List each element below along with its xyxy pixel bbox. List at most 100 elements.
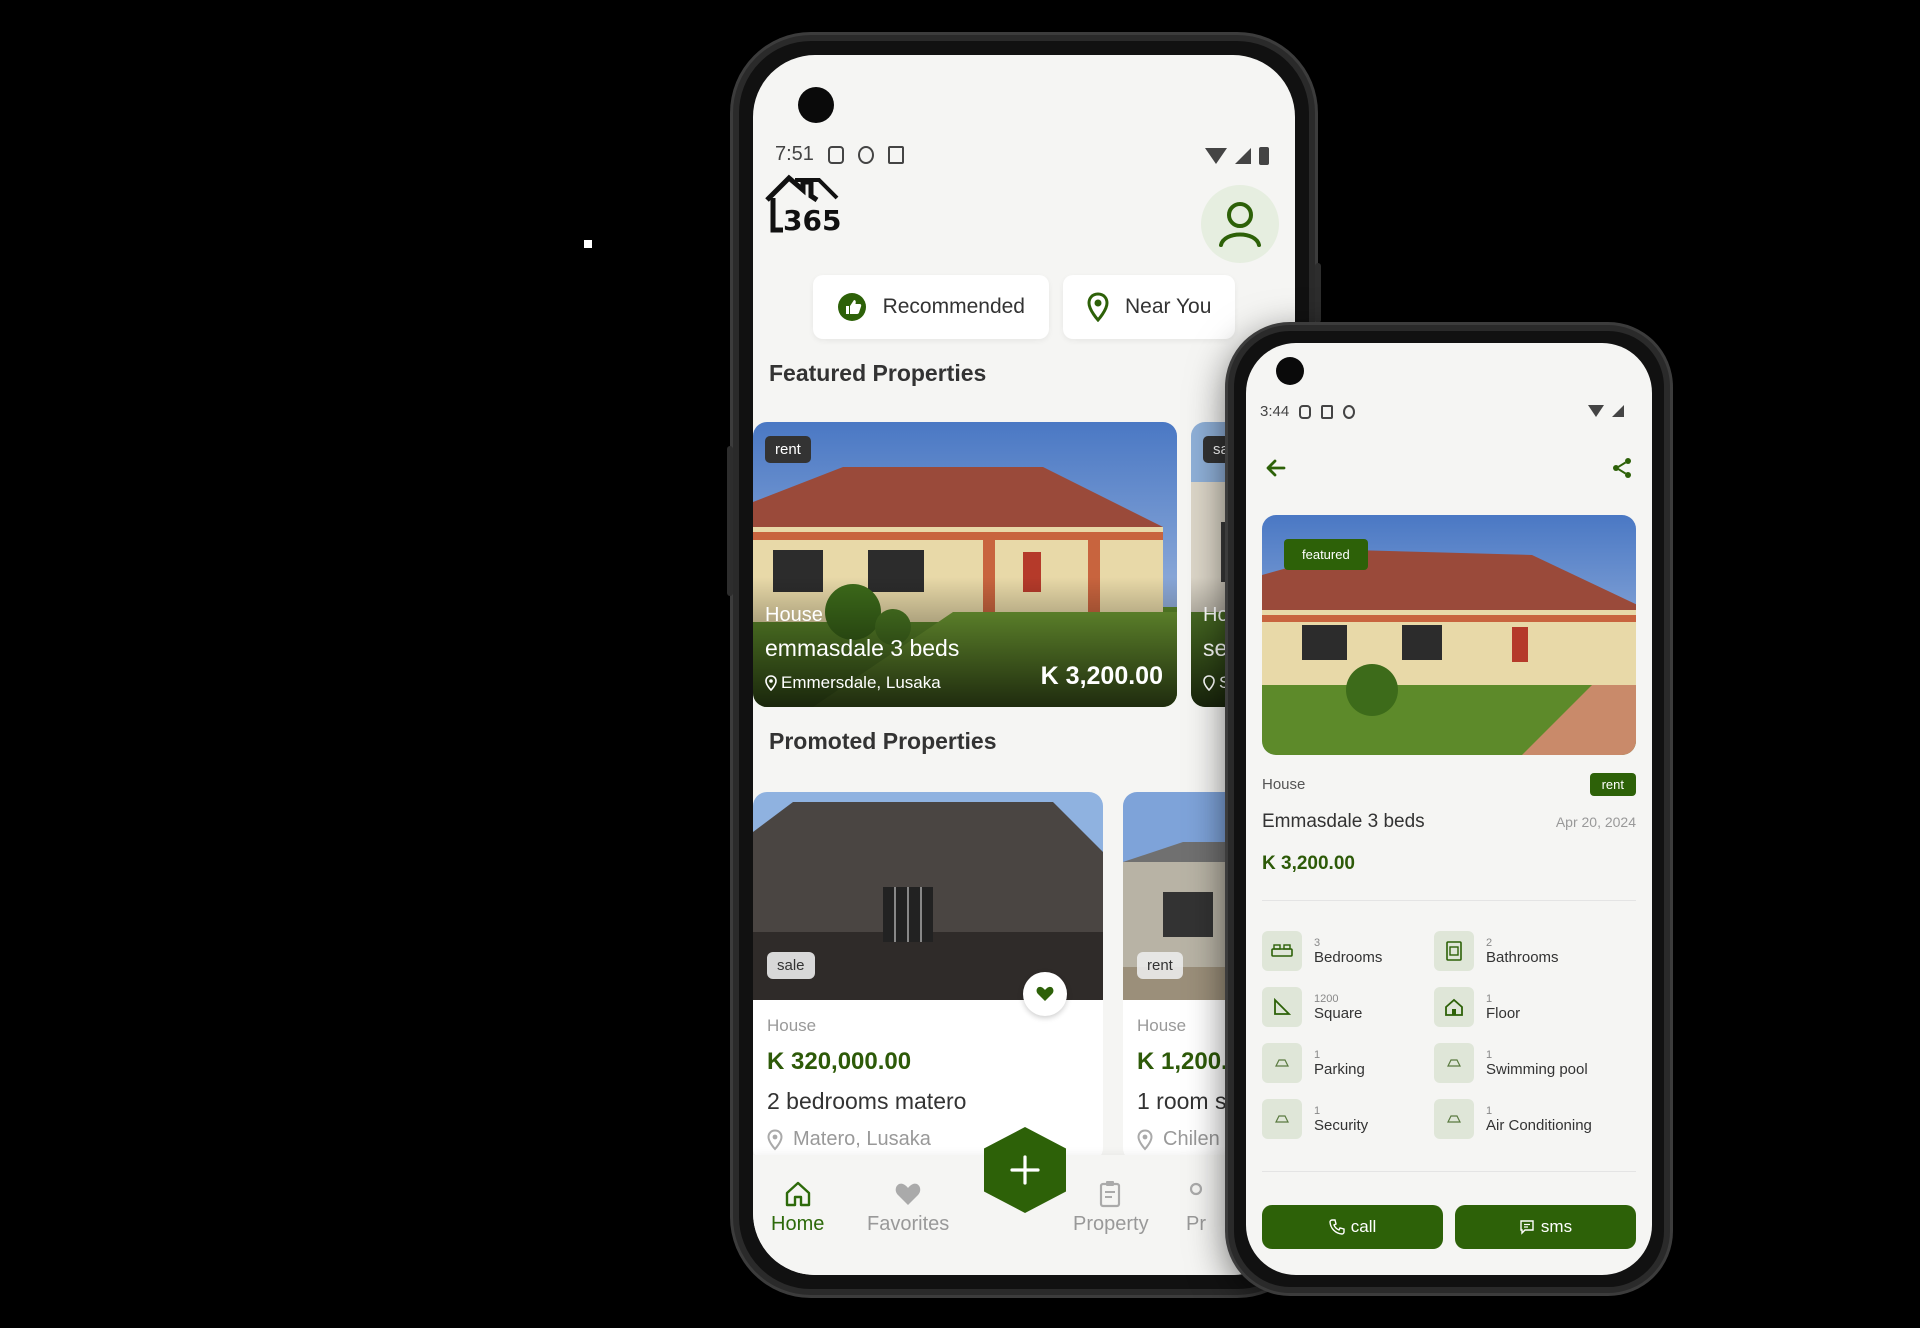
listing-type-badge: rent (1589, 773, 1636, 796)
profile-avatar-button[interactable] (1201, 185, 1279, 263)
security-icon (1275, 1115, 1289, 1123)
parking-icon (1275, 1059, 1289, 1067)
property-price: K 1,200.0 (1137, 1048, 1242, 1075)
floor-icon (1445, 998, 1463, 1016)
nav-favorites[interactable]: Favorites (867, 1179, 949, 1236)
amenity-square: 1200 Square (1262, 987, 1362, 1027)
property-name: Emmasdale 3 beds (1262, 811, 1425, 832)
amenity-label: Swimming pool (1486, 1060, 1588, 1078)
divider (1262, 900, 1636, 901)
amenity-air-conditioning: 1 Air Conditioning (1434, 1099, 1592, 1139)
ac-icon (1447, 1115, 1461, 1123)
chip-recommended-label: Recommended (882, 295, 1025, 318)
property-location-text: Emmersdale, Lusaka (781, 673, 941, 692)
property-type: House (765, 604, 823, 626)
amenity-value: 3 (1314, 936, 1321, 949)
property-price: K 3,200.00 (1040, 662, 1163, 690)
property-name: emmasdale 3 beds (765, 635, 960, 661)
property-price: K 320,000.00 (767, 1048, 912, 1075)
status-right (1205, 147, 1269, 165)
property-hero-photo[interactable]: featured (1262, 515, 1636, 755)
promoted-section-title: Promoted Properties (769, 728, 997, 754)
location-pin-icon (1087, 292, 1109, 322)
property-location: Chilen (1137, 1128, 1220, 1151)
amenity-value: 1 (1486, 1104, 1493, 1117)
property-location: S (1203, 673, 1230, 693)
location-pin-icon (765, 675, 777, 691)
user-icon (1219, 202, 1261, 247)
amenity-label: Bathrooms (1486, 948, 1559, 966)
nav-home[interactable]: Home (771, 1179, 824, 1236)
chip-near-you[interactable]: Near You (1062, 275, 1236, 339)
amenity-value: 1 (1486, 1048, 1493, 1061)
listing-type-badge: rent (1137, 952, 1183, 979)
app-icon (1343, 404, 1356, 419)
name-row: Emmasdale 3 beds Apr 20, 2024 (1262, 811, 1636, 833)
property-type: House (1137, 1016, 1187, 1035)
type-row: House rent (1262, 773, 1636, 796)
location-pin-icon (1203, 675, 1215, 691)
promoted-card[interactable]: sale House K 320,000.00 2 bedrooms mater… (753, 792, 1103, 1162)
bathroom-icon (1446, 941, 1462, 961)
favorite-button[interactable] (1023, 972, 1067, 1016)
app-logo[interactable]: 365! (763, 170, 854, 238)
phone-detail: 3:44 featured House rent Emmasdale 3 bed… (1228, 325, 1670, 1293)
front-camera (1276, 357, 1304, 385)
amenity-bedrooms: 3 Bedrooms (1262, 931, 1382, 971)
contact-actions: call sms (1262, 1205, 1636, 1249)
detail-toolbar (1264, 456, 1634, 480)
battery-icon (1259, 147, 1269, 165)
property-location: Emmersdale, Lusaka (765, 673, 941, 693)
sms-button[interactable]: sms (1455, 1205, 1636, 1249)
wifi-icon (1205, 148, 1227, 164)
amenity-label: Parking (1314, 1060, 1365, 1078)
amenity-bathrooms: 2 Bathrooms (1434, 931, 1559, 971)
property-location: Matero, Lusaka (767, 1128, 931, 1151)
volume-button (727, 446, 733, 596)
amenity-value: 1 (1314, 1048, 1321, 1061)
side-button (1315, 263, 1321, 323)
amenity-label: Bedrooms (1314, 948, 1383, 966)
home-screen: 7:51 365! (753, 55, 1295, 1275)
featured-card[interactable]: rent House emmasdale 3 beds Emmersdale, … (753, 422, 1177, 707)
listing-type-badge: rent (765, 436, 811, 463)
message-icon (1520, 1220, 1534, 1235)
clipboard-icon (1099, 1181, 1120, 1208)
logo-text: 365! (783, 204, 843, 237)
property-price: K 3,200.00 (1262, 853, 1355, 874)
bottom-nav: Home Favorites Property Pr (753, 1127, 1295, 1275)
shield-icon (1299, 404, 1312, 419)
sd-card-icon (1321, 404, 1334, 419)
signal-icon (1612, 405, 1624, 417)
price-row: K 3,200.00 (1262, 853, 1636, 875)
amenity-value: 1 (1486, 992, 1493, 1005)
amenity-value: 1 (1314, 1104, 1321, 1117)
logo-house-icon: 365! (765, 174, 854, 237)
featured-section-title: Featured Properties (769, 360, 987, 386)
property-location-text: Chilen (1163, 1128, 1220, 1150)
front-camera (798, 87, 834, 123)
property-name: 2 bedrooms matero (767, 1088, 967, 1114)
property-type: House (767, 1016, 817, 1035)
chip-recommended[interactable]: Recommended (812, 275, 1049, 339)
location-pin-icon (1137, 1128, 1153, 1150)
call-button[interactable]: call (1262, 1205, 1443, 1249)
chip-near-you-label: Near You (1124, 295, 1212, 318)
sms-button-label: sms (1540, 1217, 1573, 1236)
back-arrow-icon[interactable] (1264, 456, 1288, 480)
status-bar: 3:44 (1260, 403, 1356, 420)
thumbs-up-icon (837, 293, 866, 321)
nav-property[interactable]: Property (1073, 1179, 1149, 1236)
heart-icon (1036, 986, 1054, 1001)
amenity-floor: 1 Floor (1434, 987, 1520, 1027)
status-time: 7:51 (775, 143, 814, 165)
listing-date: Apr 20, 2024 (1555, 814, 1636, 830)
pool-icon (1447, 1059, 1461, 1067)
detail-screen: 3:44 featured House rent Emmasdale 3 bed… (1246, 343, 1652, 1275)
heart-icon (895, 1183, 921, 1205)
profile-icon (1189, 1182, 1203, 1196)
share-icon[interactable] (1610, 456, 1634, 480)
nav-profile[interactable]: Pr (1181, 1179, 1211, 1236)
property-name: 1 room se (1137, 1088, 1240, 1114)
listing-type-badge: sale (767, 952, 815, 979)
